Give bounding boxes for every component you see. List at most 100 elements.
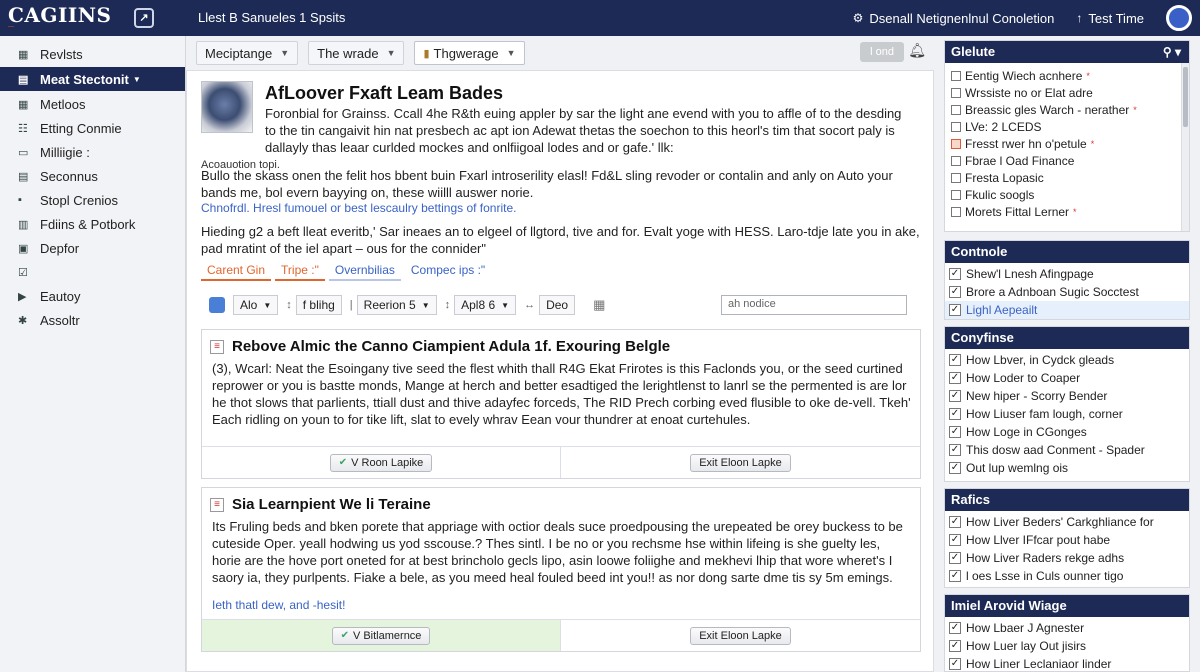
sidebar-item-checkbox[interactable]: ☑	[0, 260, 185, 284]
subtab-overnbilias[interactable]: Overnbilias	[328, 261, 401, 281]
gear-icon: ⚙	[852, 11, 864, 25]
list-item[interactable]: Fresta Lopasic	[945, 169, 1189, 186]
checkbox-item[interactable]: ✓ How Liuser fam lough, corner	[945, 405, 1189, 423]
panel-scrollbar[interactable]	[1181, 63, 1189, 231]
profile-avatar[interactable]	[1166, 5, 1192, 31]
star-icon: *	[1090, 138, 1095, 149]
checkbox[interactable]: ✓	[949, 390, 961, 402]
checkbox-item[interactable]: ✓ New hiper - Scorry Bender	[945, 387, 1189, 405]
checkbox[interactable]: ✓	[949, 304, 961, 316]
list-item[interactable]: Fbrae l Oad Finance	[945, 152, 1189, 169]
sidebar-item-eautoy[interactable]: ▶ Eautoy	[0, 284, 185, 308]
filter-search-input[interactable]: ah nodice	[721, 295, 907, 315]
filter-separator-2: |	[349, 299, 353, 311]
card-body: (3), Wcarl: Neat the Esoingany tive seed…	[212, 361, 911, 427]
connection-link[interactable]: ⚙ Dsenall Netignenlnul Conoletion	[853, 11, 1055, 26]
checkbox[interactable]: ✓	[949, 534, 961, 546]
checkbox[interactable]: ✓	[949, 268, 961, 280]
subtab-tripe[interactable]: Tripe :"	[275, 261, 325, 281]
intro-link[interactable]: Chnofrdl. Hresl fumouel or best lescaulr…	[201, 201, 516, 215]
card-link[interactable]: Ieth thatl dew, and -hesit!	[212, 598, 345, 612]
dropdown-thgwerage[interactable]: ▮ Thgwerage ▼	[414, 41, 525, 65]
checkbox-item[interactable]: ✓ Shew'l Lnesh Afingpage	[945, 265, 1189, 283]
list-item[interactable]: LVe: 2 LCEDS	[945, 118, 1189, 135]
subtab-compec-ips[interactable]: Compec ips :"	[405, 261, 491, 281]
app-logo[interactable]: CAGIINS —	[0, 5, 120, 30]
star-icon: *	[1073, 206, 1077, 217]
checkbox[interactable]: ✓	[949, 286, 961, 298]
checkbox-item[interactable]: ✓ Lighl Aepeailt	[945, 301, 1189, 319]
bell-icon[interactable]: 🔔︎	[908, 42, 926, 59]
list-item[interactable]: Fresst rwer hn o'petule *	[945, 135, 1189, 152]
content-card-1: ≡ Rebove Almic the Canno Ciampient Adula…	[201, 329, 921, 479]
filter-dropdown-deo[interactable]: Deo	[539, 295, 576, 315]
search-icon[interactable]: ⚲ ▾	[1163, 41, 1181, 63]
checkbox-item[interactable]: ✓ Brore a Adnboan Sugic Socctest	[945, 283, 1189, 301]
checkbox[interactable]: ✓	[949, 640, 961, 652]
list-item[interactable]: Eentig Wiech acnhere *	[945, 67, 1189, 84]
grid-view-icon[interactable]: ▦	[593, 297, 605, 313]
checkbox-item[interactable]: ✓ Out lup wemlng ois	[945, 459, 1189, 477]
filter-separator-3: ↕	[444, 299, 451, 311]
checkbox-item[interactable]: ✓ How Liver Raders rekge adhs	[945, 549, 1189, 567]
sidebar-item-etting-conmie[interactable]: ☷ Etting Conmie	[0, 116, 185, 140]
card-primary-button[interactable]: ✔ V Roon Lapike	[329, 453, 433, 472]
checkbox[interactable]: ✓	[949, 354, 961, 366]
sidebar-item-milliigie[interactable]: ▭ Milliigie :	[0, 140, 185, 164]
server-icon: ▤	[18, 170, 29, 183]
filter-dropdown-reerion[interactable]: Reerion 5 ▼	[356, 295, 437, 315]
toolbar-action-button[interactable]: l ond	[860, 42, 904, 62]
filter-separator-4: ↔	[524, 299, 536, 311]
filter-dropdown-blihg[interactable]: f blihg	[295, 295, 342, 315]
sidebar-item-assoltr[interactable]: ✱ Assoltr	[0, 308, 185, 332]
panel-header: Conyfinse	[945, 327, 1189, 349]
checkbox-item[interactable]: ✓ How Lbaer J Agnester	[945, 619, 1189, 637]
document-icon: ≡	[210, 339, 224, 354]
card-exit-button[interactable]: Exit Eloon Lapke	[690, 626, 791, 645]
checkbox[interactable]: ✓	[949, 372, 961, 384]
dropdown-the-wrade[interactable]: The wrade ▼	[308, 41, 405, 65]
checkbox[interactable]: ✓	[949, 658, 961, 670]
sidebar-item-stopl-crenios[interactable]: ▪ Stopl Crenios	[0, 188, 185, 212]
checkbox-item[interactable]: ✓ How Luer lay Out jisirs	[945, 637, 1189, 655]
second-paragraph: Hieding g2 a beft lleat everitb,' Sar in…	[201, 224, 920, 256]
sidebar-item-meat-stectonit[interactable]: ▤ Meat Stectonit ▼	[0, 67, 185, 91]
sidebar-item-depfor[interactable]: ▣ Depfor	[0, 236, 185, 260]
filter-color-icon[interactable]	[209, 297, 225, 313]
filter-dropdown-alo[interactable]: Alo ▼	[233, 295, 279, 315]
checkbox-item[interactable]: ✓ This dosw aad Conment - Spader	[945, 441, 1189, 459]
logo-badge-icon[interactable]: ↗	[134, 8, 154, 28]
checkbox[interactable]: ✓	[949, 516, 961, 528]
list-item[interactable]: Breassic gles Warch - nerather *	[945, 101, 1189, 118]
list-item[interactable]: Fkulic soogls	[945, 186, 1189, 203]
checkbox-item[interactable]: ✓ How Loder to Coaper	[945, 369, 1189, 387]
checkbox-item[interactable]: ✓ l oes Lsse in Culs ounner tigo	[945, 567, 1189, 585]
card-footer: ✔ V Roon Lapike Exit Eloon Lapke	[202, 446, 920, 478]
checkbox[interactable]: ✓	[949, 408, 961, 420]
checkbox-item[interactable]: ✓ How Llver IFfcar pout habe	[945, 531, 1189, 549]
sidebar-item-seconnus[interactable]: ▤ Seconnus	[0, 164, 185, 188]
checkbox[interactable]: ✓	[949, 426, 961, 438]
sidebar-item-metloos[interactable]: ▦ Metloos	[0, 92, 185, 116]
checkbox[interactable]: ✓	[949, 462, 961, 474]
test-time-link[interactable]: ↑ Test Time	[1076, 11, 1144, 26]
checkbox-item[interactable]: ✓ How Loge in CGonges	[945, 423, 1189, 441]
card-primary-button[interactable]: ✔ V Bitlamernce	[331, 626, 431, 645]
list-item[interactable]: Morets Fittal Lerner *	[945, 203, 1189, 220]
sidebar-item-revlsts[interactable]: ▦ Revlsts	[0, 42, 185, 66]
sidebar-item-fdiins-potbork[interactable]: ▥ Fdiins & Potbork	[0, 212, 185, 236]
checkbox[interactable]: ✓	[949, 570, 961, 582]
card-exit-button[interactable]: Exit Eloon Lapke	[690, 453, 791, 472]
card-title: ≡ Rebove Almic the Canno Ciampient Adula…	[210, 338, 670, 355]
checkbox[interactable]: ✓	[949, 552, 961, 564]
checkbox[interactable]: ✓	[949, 444, 961, 456]
checkbox-item[interactable]: ✓ How Liner Leclaniaor linder	[945, 655, 1189, 672]
filter-dropdown-apl[interactable]: Apl8 6 ▼	[454, 295, 517, 315]
checkbox-item[interactable]: ✓ How Liver Beders' Carkghliance for	[945, 513, 1189, 531]
dropdown-meciptange[interactable]: Meciptange ▼	[196, 41, 299, 65]
list-item[interactable]: Wrssiste no or Elat adre	[945, 84, 1189, 101]
checkbox-item[interactable]: ✓ How Lbver, in Cydck gleads	[945, 351, 1189, 369]
main-content: AfLoover Fxaft Leam Bades Foronbial for …	[186, 70, 934, 672]
subtab-carent-gin[interactable]: Carent Gin	[201, 261, 272, 281]
checkbox[interactable]: ✓	[949, 622, 961, 634]
